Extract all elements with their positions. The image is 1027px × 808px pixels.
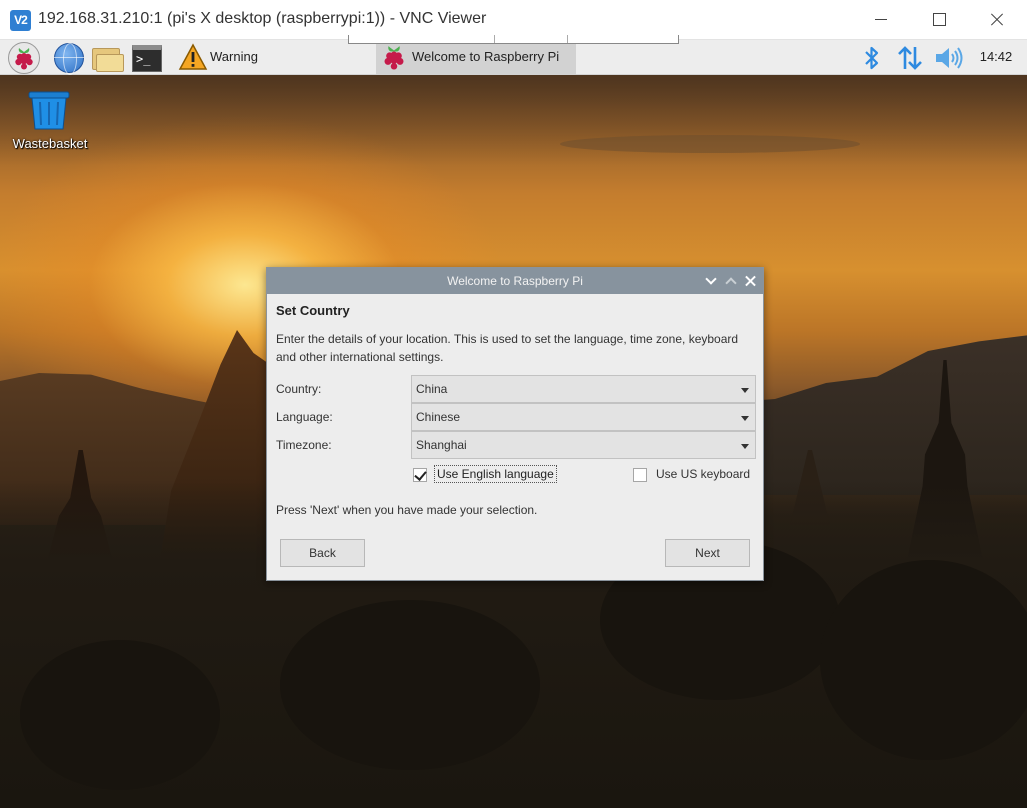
maximize-button[interactable] [910,0,968,40]
language-value: Chinese [416,410,461,424]
country-value: China [416,382,448,396]
window-title: 192.168.31.210:1 (pi's X desktop (raspbe… [38,10,487,27]
hint-text: Press 'Next' when you have made your sel… [276,503,538,517]
dropdown-arrow-icon [741,416,749,421]
use-english-checkbox[interactable] [413,468,427,482]
volume-icon[interactable] [934,45,964,71]
minimize-button[interactable] [852,0,910,40]
folder-front-icon [96,54,124,72]
terminal-launcher[interactable]: >_ [131,42,163,74]
language-label: Language: [276,410,333,424]
terminal-icon: >_ [132,45,162,72]
dropdown-arrow-icon [741,444,749,449]
wallpaper-tree [20,640,220,790]
timezone-label: Timezone: [276,438,332,452]
timezone-select[interactable]: Shanghai [411,431,756,459]
wallpaper-tree [280,600,540,770]
country-label: Country: [276,382,322,396]
globe-icon [54,43,84,75]
clock[interactable]: 14:42 [972,49,1020,64]
next-button[interactable]: Next [665,539,750,567]
dialog-title: Welcome to Raspberry Pi [447,274,583,288]
desktop-icon-wastebasket[interactable]: Wastebasket [8,88,92,158]
warning-icon [178,43,208,70]
raspberry-icon [384,46,404,70]
network-icon[interactable] [896,44,924,72]
wastebasket-icon [28,91,70,130]
wallpaper-clouds [0,75,1027,165]
use-us-keyboard-label[interactable]: Use US keyboard [656,467,750,481]
vnc-logo-icon: V2 [10,10,31,31]
taskbar-panel: >_ Warning Welcome to Raspberry Pi 14:42 [0,40,1027,75]
vnc-titlebar[interactable]: V2 192.168.31.210:1 (pi's X desktop (ras… [0,0,1027,40]
welcome-dialog: Welcome to Raspberry Pi Set Country Ente… [266,267,764,581]
desktop-icon-label: Wastebasket [12,136,88,151]
use-english-label[interactable]: Use English language [434,465,557,483]
language-select[interactable]: Chinese [411,403,756,431]
raspberry-menu-button[interactable] [8,42,40,74]
close-window-button[interactable] [968,0,1026,40]
section-heading: Set Country [276,303,350,318]
chevron-down-icon[interactable] [704,274,718,288]
use-us-keyboard-checkbox[interactable] [633,468,647,482]
chevron-up-icon[interactable] [724,274,738,288]
wallpaper-tree [820,560,1027,760]
country-select[interactable]: China [411,375,756,403]
web-browser-launcher[interactable] [53,42,85,75]
back-button[interactable]: Back [280,539,365,567]
taskbar-item-welcome[interactable]: Welcome to Raspberry Pi [376,40,576,75]
timezone-value: Shanghai [416,438,467,452]
dropdown-arrow-icon [741,388,749,393]
dialog-titlebar[interactable]: Welcome to Raspberry Pi [267,268,763,294]
intro-text: Enter the details of your location. This… [276,332,739,364]
taskbar-item-label: Welcome to Raspberry Pi [412,49,560,64]
bluetooth-icon[interactable] [860,44,884,72]
file-manager-launcher[interactable] [91,42,124,74]
wallpaper-cloud [560,135,860,153]
taskbar-item-warning[interactable]: Warning [174,40,374,75]
vnc-toolbar-popup[interactable] [348,35,679,44]
raspberry-icon [15,48,33,70]
taskbar-item-label: Warning [210,49,258,64]
close-icon[interactable] [744,274,758,288]
